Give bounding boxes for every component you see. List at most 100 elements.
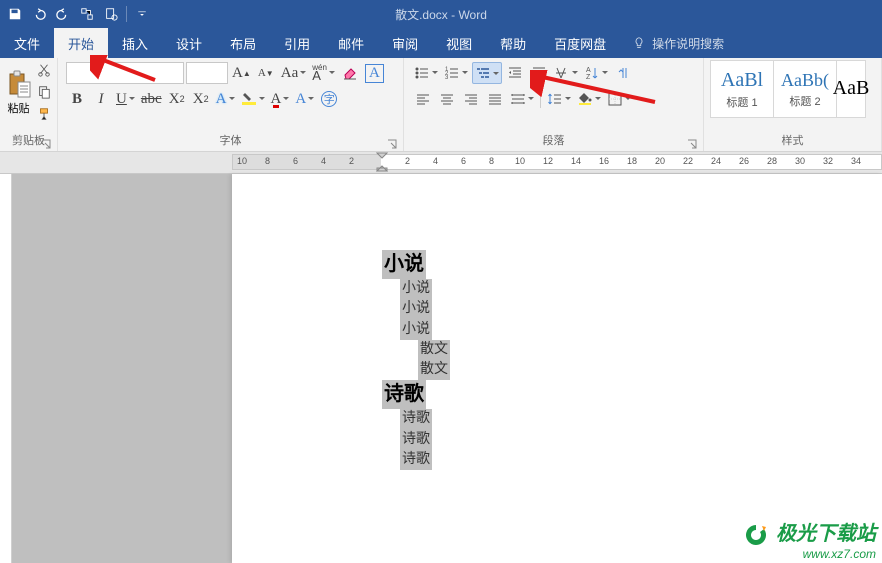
navigation-gutter[interactable]	[0, 174, 12, 563]
increase-indent-button[interactable]	[528, 62, 550, 84]
shrink-font-button[interactable]: A▼	[255, 62, 277, 84]
font-group: A▲ A▼ Aa wénA A B I U abc X2 X2 A A A 字	[58, 58, 404, 151]
superscript-button[interactable]: X2	[190, 88, 212, 110]
align-center-icon	[439, 91, 455, 107]
enclose-characters-button[interactable]: 字	[318, 88, 340, 110]
align-right-button[interactable]	[460, 88, 482, 110]
increase-indent-icon	[531, 65, 547, 81]
ruler-area: 10 8 6 4 2 2 4 6 8 10 12 14 16 18 20 22 …	[0, 152, 882, 174]
separator	[540, 90, 541, 108]
show-marks-button[interactable]	[612, 62, 634, 84]
style-heading2[interactable]: AaBb( 标题 2	[773, 60, 837, 118]
clipboard-launcher[interactable]	[41, 139, 51, 149]
paste-label: 粘贴	[8, 100, 30, 116]
design-tab[interactable]: 设计	[162, 28, 216, 58]
align-left-button[interactable]	[412, 88, 434, 110]
shading-button[interactable]	[575, 88, 603, 110]
cut-button[interactable]	[35, 60, 53, 80]
asian-layout-button[interactable]	[552, 62, 580, 84]
character-border-button[interactable]: A	[363, 62, 386, 84]
ribbon-tabs: 文件 开始 插入 设计 布局 引用 邮件 审阅 视图 帮助 百度网盘 操作说明搜…	[0, 28, 882, 58]
copy-button[interactable]	[35, 82, 53, 102]
font-color-button[interactable]: A	[269, 88, 292, 110]
numbering-button[interactable]: 123	[442, 62, 470, 84]
text-effects-button[interactable]: A	[214, 88, 237, 110]
grow-font-button[interactable]: A▲	[230, 62, 253, 84]
shading-icon	[577, 91, 593, 107]
paragraph-launcher[interactable]	[687, 139, 697, 149]
format-painter-icon	[37, 107, 51, 121]
watermark-logo-icon	[742, 523, 770, 547]
change-case-button[interactable]: Aa	[279, 62, 309, 84]
character-shading-button[interactable]: A	[293, 88, 316, 110]
font-name-input[interactable]	[66, 62, 184, 84]
borders-button[interactable]	[605, 88, 633, 110]
sort-button[interactable]: AZ	[582, 62, 610, 84]
horizontal-ruler[interactable]: 10 8 6 4 2 2 4 6 8 10 12 14 16 18 20 22 …	[232, 154, 882, 170]
line-spacing-button[interactable]	[545, 88, 573, 110]
text-line[interactable]: 散文	[418, 360, 450, 380]
heading-2[interactable]: 诗歌	[382, 380, 426, 409]
qat-button-1[interactable]	[76, 3, 98, 25]
insert-tab[interactable]: 插入	[108, 28, 162, 58]
home-tab[interactable]: 开始	[54, 28, 108, 58]
bullets-button[interactable]	[412, 62, 440, 84]
highlight-button[interactable]	[239, 88, 267, 110]
decrease-indent-button[interactable]	[504, 62, 526, 84]
window-title: 散文.docx - Word	[395, 6, 487, 23]
text-line[interactable]: 散文	[418, 340, 450, 360]
phonetic-guide-button[interactable]: wénA	[310, 62, 337, 84]
review-tab[interactable]: 审阅	[378, 28, 432, 58]
distributed-button[interactable]	[508, 88, 536, 110]
bullets-icon	[414, 65, 430, 81]
highlight-icon	[241, 91, 257, 107]
cut-icon	[37, 63, 51, 77]
text-line[interactable]: 诗歌	[400, 409, 432, 429]
font-group-label: 字体	[62, 130, 399, 151]
font-size-input[interactable]	[186, 62, 228, 84]
strikethrough-button[interactable]: abc	[139, 88, 164, 110]
format-painter-button[interactable]	[35, 104, 53, 124]
subscript-button[interactable]: X2	[166, 88, 188, 110]
file-tab[interactable]: 文件	[0, 28, 54, 58]
style-heading1[interactable]: AaBl 标题 1	[710, 60, 774, 118]
multilevel-list-button[interactable]	[472, 62, 502, 84]
italic-button[interactable]: I	[90, 88, 112, 110]
tell-me-search[interactable]: 操作说明搜索	[620, 28, 736, 58]
align-center-button[interactable]	[436, 88, 458, 110]
indent-marker[interactable]	[376, 152, 388, 174]
underline-button[interactable]: U	[114, 88, 137, 110]
justify-button[interactable]	[484, 88, 506, 110]
view-tab[interactable]: 视图	[432, 28, 486, 58]
mail-tab[interactable]: 邮件	[324, 28, 378, 58]
sort-icon: AZ	[584, 65, 600, 81]
document-content: 小说 小说 小说 小说 散文 散文 诗歌 诗歌 诗歌 诗歌	[382, 250, 450, 470]
qat-button-2[interactable]	[100, 3, 122, 25]
ruler-ticks: 10 8 6 4 2 2 4 6 8 10 12 14 16 18 20 22 …	[233, 155, 881, 169]
paste-button[interactable]: 粘贴	[4, 60, 33, 126]
watermark-text-1: 极光下载站	[776, 523, 876, 545]
text-line[interactable]: 诗歌	[400, 450, 432, 470]
baidu-tab[interactable]: 百度网盘	[540, 28, 620, 58]
pilcrow-icon	[615, 65, 631, 81]
text-line[interactable]: 小说	[400, 320, 432, 340]
titlebar: 散文.docx - Word	[0, 0, 882, 28]
clear-formatting-button[interactable]	[339, 62, 361, 84]
undo-button[interactable]	[28, 3, 50, 25]
text-line[interactable]: 小说	[400, 299, 432, 319]
save-icon[interactable]	[4, 3, 26, 25]
text-line[interactable]: 小说	[400, 279, 432, 299]
help-tab[interactable]: 帮助	[486, 28, 540, 58]
heading-1[interactable]: 小说	[382, 250, 426, 279]
redo-button[interactable]	[52, 3, 74, 25]
layout-tab[interactable]: 布局	[216, 28, 270, 58]
qat-customize-button[interactable]	[131, 3, 153, 25]
references-tab[interactable]: 引用	[270, 28, 324, 58]
bold-button[interactable]: B	[66, 88, 88, 110]
style-label: 标题 1	[726, 94, 757, 110]
style-item-3[interactable]: AaB	[836, 60, 866, 118]
align-right-icon	[463, 91, 479, 107]
font-launcher[interactable]	[387, 139, 397, 149]
text-line[interactable]: 诗歌	[400, 430, 432, 450]
document-page[interactable]: 小说 小说 小说 小说 散文 散文 诗歌 诗歌 诗歌 诗歌	[232, 174, 882, 563]
